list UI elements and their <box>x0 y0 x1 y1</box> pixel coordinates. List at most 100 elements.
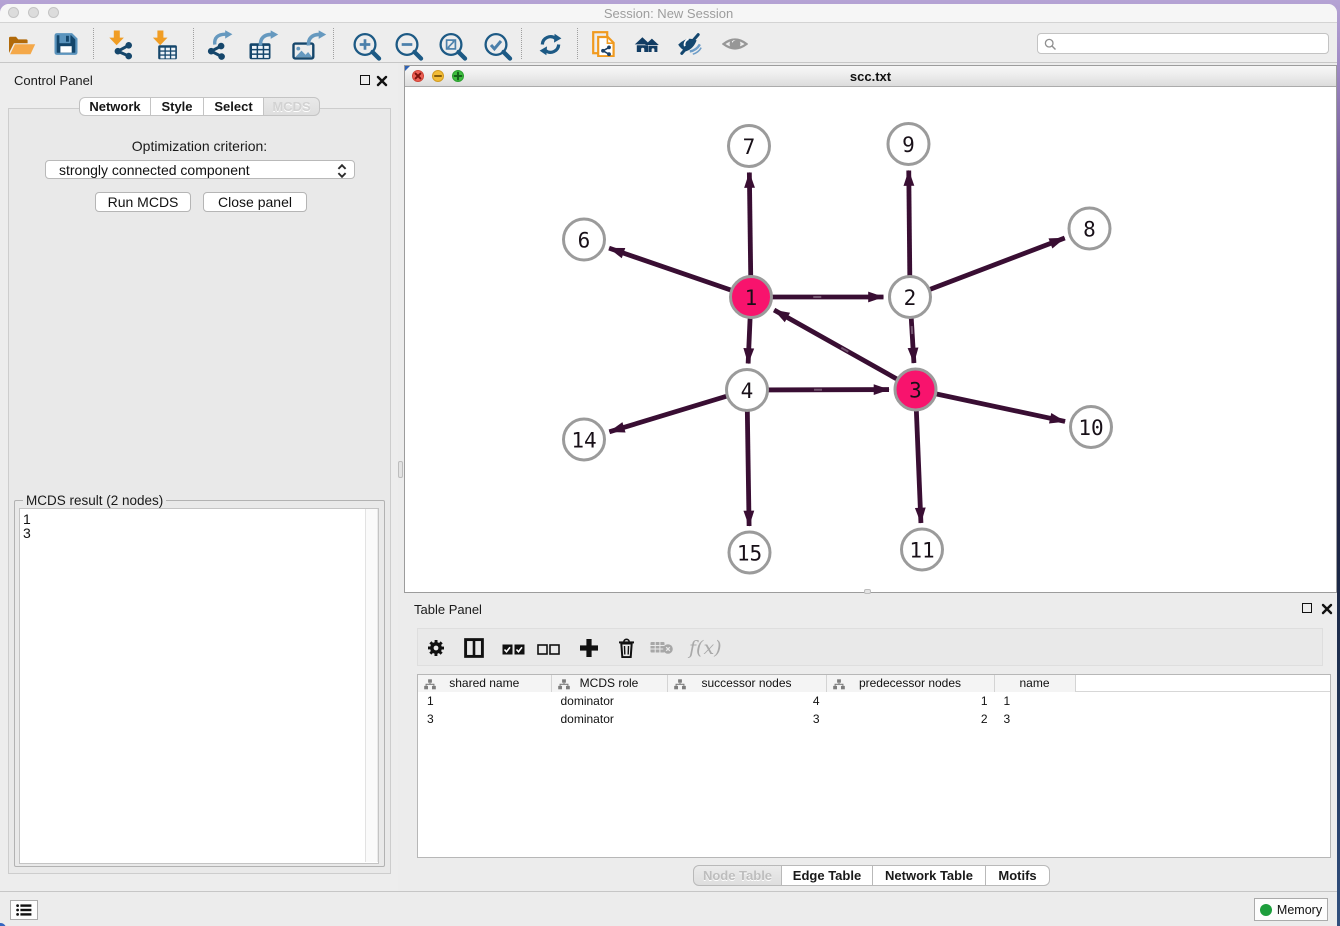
control-panel-close-icon[interactable] <box>376 75 388 87</box>
task-list-icon <box>16 904 32 916</box>
export-image-icon[interactable] <box>291 30 327 60</box>
zoom-in-icon[interactable] <box>353 31 387 63</box>
control-panel-float-icon[interactable] <box>360 75 370 85</box>
table-cell: 1 <box>427 694 434 708</box>
graph-node-label: 15 <box>737 542 762 566</box>
import-table-icon[interactable] <box>148 30 178 60</box>
create-column-icon[interactable] <box>579 638 599 663</box>
table-panel: Table Panel <box>404 595 1337 891</box>
result-line: 3 <box>23 526 378 541</box>
edge-1-6[interactable] <box>609 248 751 297</box>
function-builder-icon[interactable]: f(x) <box>687 636 721 665</box>
table-cell: 2 <box>981 712 988 726</box>
memory-button[interactable]: Memory <box>1254 898 1328 921</box>
table-panel-close-icon[interactable] <box>1321 603 1333 615</box>
import-network-icon[interactable] <box>104 30 134 60</box>
toolbar-separator <box>521 28 522 59</box>
table-toolbar: f(x) <box>417 628 1323 666</box>
main-area: Control Panel NetworkStyleSelectMCDS Opt… <box>0 63 1337 891</box>
column-header-predecessor-nodes[interactable]: predecessor nodes <box>827 675 995 692</box>
toolbar-separator <box>93 28 94 59</box>
network-canvas[interactable]: 1234678910111415 <box>405 88 1336 591</box>
open-session-icon[interactable] <box>8 31 36 57</box>
column-header-shared-name[interactable]: shared name <box>418 675 552 692</box>
graph-node-label: 11 <box>909 539 934 563</box>
zoom-fit-icon[interactable] <box>439 31 473 63</box>
graph-node-label: 6 <box>578 229 591 253</box>
tab-edge-table[interactable]: Edge Table <box>782 865 873 886</box>
export-table-icon[interactable] <box>245 30 281 60</box>
window-title: Session: New Session <box>0 6 1337 21</box>
column-label: predecessor nodes <box>827 676 994 690</box>
edge-handle <box>813 296 821 298</box>
save-session-icon[interactable] <box>53 31 79 57</box>
main-toolbar <box>0 23 1337 63</box>
table-cell: 3 <box>813 712 820 726</box>
column-header-name[interactable]: name <box>995 675 1076 692</box>
tab-motifs[interactable]: Motifs <box>986 865 1050 886</box>
graph-node-label: 8 <box>1083 218 1096 242</box>
table-cell: dominator <box>561 712 614 726</box>
control-panel-tabs: NetworkStyleSelectMCDS <box>79 97 320 116</box>
table-cell: 3 <box>1004 712 1011 726</box>
status-bar: Memory <box>0 891 1337 922</box>
network-window-titlebar: scc.txt <box>405 66 1336 87</box>
network-window: scc.txt 1234678910111415 <box>404 65 1337 593</box>
search-input[interactable] <box>1037 33 1329 54</box>
run-mcds-button[interactable]: Run MCDS <box>95 192 191 212</box>
toolbar-separator <box>333 28 334 59</box>
criterion-dropdown[interactable]: strongly connected component <box>45 160 355 179</box>
tab-network[interactable]: Network <box>79 97 151 116</box>
delete-table-icon[interactable] <box>650 641 674 659</box>
mcds-result-groupbox: MCDS result (2 nodes) 13 <box>14 500 385 867</box>
tab-network-table[interactable]: Network Table <box>873 865 986 886</box>
deselect-all-columns-icon[interactable] <box>537 642 560 660</box>
column-header-MCDS-role[interactable]: MCDS role <box>552 675 668 692</box>
column-label: successor nodes <box>668 676 826 690</box>
edge-2-8[interactable] <box>910 238 1065 297</box>
column-label: name <box>995 676 1075 690</box>
window-titlebar: Session: New Session <box>0 4 1337 23</box>
task-history-button[interactable] <box>10 900 38 920</box>
toolbar-separator <box>577 28 578 59</box>
graph-node-label: 1 <box>745 286 758 310</box>
export-network-icon[interactable] <box>206 30 236 60</box>
mcds-result-list[interactable]: 13 <box>19 508 379 864</box>
panel-divider-grip[interactable] <box>398 461 403 478</box>
table-panel-title: Table Panel <box>414 602 482 617</box>
table-columns-icon[interactable] <box>464 638 484 663</box>
zoom-out-icon[interactable] <box>395 31 429 63</box>
table-row[interactable]: 3dominator323 <box>418 711 1331 729</box>
column-header-successor-nodes[interactable]: successor nodes <box>668 675 827 692</box>
data-table[interactable]: shared nameMCDS rolesuccessor nodesprede… <box>417 674 1331 858</box>
tab-node-table[interactable]: Node Table <box>693 865 782 886</box>
result-line: 1 <box>23 512 378 527</box>
table-panel-float-icon[interactable] <box>1302 603 1312 613</box>
tab-mcds[interactable]: MCDS <box>264 97 320 116</box>
table-settings-icon[interactable] <box>428 640 444 661</box>
result-scrollbar[interactable] <box>365 509 378 862</box>
select-all-columns-icon[interactable] <box>502 642 525 660</box>
column-label: MCDS role <box>552 676 667 690</box>
table-cell: dominator <box>561 694 614 708</box>
show-all-icon[interactable] <box>722 31 748 57</box>
app-window: Session: New Session <box>0 4 1337 926</box>
edge-handle <box>814 389 822 391</box>
table-divider-grip[interactable] <box>864 589 871 594</box>
criterion-value: strongly connected component <box>59 162 250 178</box>
refresh-layout-icon[interactable] <box>539 33 563 57</box>
delete-column-icon[interactable] <box>617 638 636 663</box>
tab-select[interactable]: Select <box>204 97 264 116</box>
hide-selected-icon[interactable] <box>677 31 703 57</box>
first-neighbors-icon[interactable] <box>634 31 660 57</box>
table-row[interactable]: 1dominator411 <box>418 693 1331 711</box>
toolbar-separator <box>193 28 194 59</box>
copy-style-icon[interactable] <box>592 31 618 57</box>
table-cell: 1 <box>1004 694 1011 708</box>
search-icon <box>1044 38 1057 51</box>
zoom-selected-icon[interactable] <box>484 31 518 63</box>
tab-style[interactable]: Style <box>151 97 204 116</box>
edge-3-10[interactable] <box>916 390 1066 422</box>
close-panel-button[interactable]: Close panel <box>203 192 307 212</box>
optimization-criterion-label: Optimization criterion: <box>9 138 390 154</box>
